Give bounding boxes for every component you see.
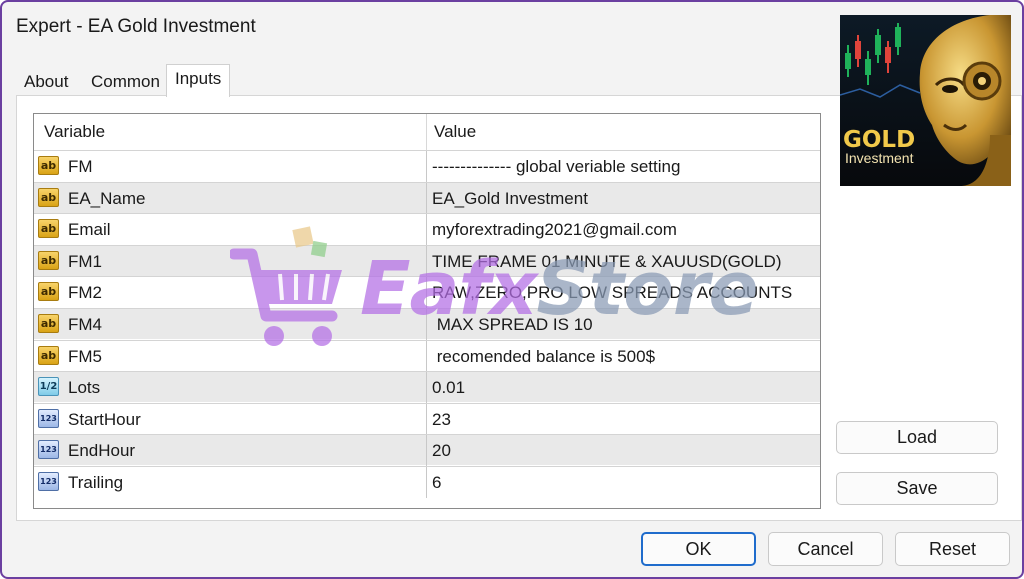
variable-value[interactable]: myforextrading2021@gmail.com bbox=[432, 220, 677, 240]
header-value[interactable]: Value bbox=[434, 122, 476, 142]
inputs-table: Variable Value ab FM -------------- global… bbox=[33, 113, 821, 509]
variable-value[interactable]: 20 bbox=[432, 441, 451, 461]
table-row[interactable]: ab EA_Name EA_Gold Investment bbox=[34, 181, 820, 214]
header-divider[interactable] bbox=[426, 114, 427, 150]
window-title: Expert - EA Gold Investment bbox=[16, 16, 256, 37]
string-type-icon: ab bbox=[38, 314, 59, 333]
variable-value[interactable]: -------------- global veriable setting bbox=[432, 157, 680, 177]
integer-type-icon: 123 bbox=[38, 440, 59, 460]
string-type-icon: ab bbox=[38, 219, 59, 239]
table-row[interactable]: ab FM2 RAW,ZERO,PRO LOW SPREADS ACCOUNTS bbox=[34, 276, 820, 309]
string-type-icon: ab bbox=[38, 282, 59, 302]
product-subtitle: Investment bbox=[845, 150, 914, 166]
table-row[interactable]: ab Email myforextrading2021@gmail.com bbox=[34, 213, 820, 246]
variable-name: FM1 bbox=[68, 251, 102, 271]
header-variable[interactable]: Variable bbox=[44, 122, 105, 142]
column-divider bbox=[426, 214, 427, 246]
variable-value[interactable]: recomended balance is 500$ bbox=[432, 347, 655, 367]
variable-name: StartHour bbox=[68, 409, 141, 429]
table-header: Variable Value bbox=[34, 114, 820, 150]
load-button[interactable]: Load bbox=[836, 421, 998, 454]
integer-type-icon: 123 bbox=[38, 472, 59, 491]
variable-name: FM4 bbox=[68, 315, 102, 334]
variable-value[interactable]: EA_Gold Investment bbox=[432, 189, 588, 209]
column-divider bbox=[426, 435, 427, 467]
save-button[interactable]: Save bbox=[836, 472, 998, 505]
variable-value[interactable]: MAX SPREAD IS 10 bbox=[432, 315, 593, 335]
reset-button[interactable]: Reset bbox=[895, 532, 1010, 566]
column-divider bbox=[426, 245, 427, 277]
product-image: GOLD Investment bbox=[840, 15, 1011, 186]
table-row[interactable]: 123 EndHour 20 bbox=[34, 434, 820, 467]
column-divider bbox=[426, 372, 427, 404]
column-divider bbox=[426, 340, 427, 372]
tab-inputs[interactable]: Inputs bbox=[166, 64, 231, 97]
variable-value[interactable]: 6 bbox=[432, 473, 441, 493]
variable-name: Trailing bbox=[68, 473, 124, 492]
string-type-icon: ab bbox=[38, 187, 59, 207]
variable-name: FM bbox=[68, 157, 93, 176]
column-divider bbox=[426, 309, 427, 340]
variable-value[interactable]: TIME FRAME 01 MINUTE & XAUUSD(GOLD) bbox=[432, 252, 781, 272]
string-type-icon: ab bbox=[38, 250, 59, 270]
table-row[interactable]: 123 Trailing 6 bbox=[34, 466, 820, 498]
variable-name: Email bbox=[68, 220, 111, 240]
column-divider bbox=[426, 467, 427, 498]
variable-name: EndHour bbox=[68, 441, 136, 461]
string-type-icon: ab bbox=[38, 156, 59, 175]
table-row[interactable]: 123 StartHour 23 bbox=[34, 402, 820, 435]
table-row[interactable]: ab FM5 recomended balance is 500$ bbox=[34, 339, 820, 372]
column-divider bbox=[426, 151, 427, 182]
expert-dialog: Expert - EA Gold Investment About Common… bbox=[0, 0, 1024, 579]
variable-name: Lots bbox=[68, 378, 101, 398]
variable-name: FM5 bbox=[68, 346, 102, 366]
ok-button[interactable]: OK bbox=[641, 532, 756, 566]
double-type-icon: 1/2 bbox=[38, 377, 59, 397]
column-divider bbox=[426, 403, 427, 435]
tab-about[interactable]: About bbox=[16, 68, 76, 96]
variable-value[interactable]: 0.01 bbox=[432, 378, 465, 398]
table-row[interactable]: 1/2 Lots 0.01 bbox=[34, 371, 820, 404]
column-divider bbox=[426, 182, 427, 214]
table-row[interactable]: ab FM1 TIME FRAME 01 MINUTE & XAUUSD(GOLD) bbox=[34, 244, 820, 277]
cancel-button[interactable]: Cancel bbox=[768, 532, 883, 566]
variable-value[interactable]: 23 bbox=[432, 410, 451, 430]
column-divider bbox=[426, 277, 427, 309]
table-row[interactable]: ab FM4 MAX SPREAD IS 10 bbox=[34, 308, 820, 340]
variable-name: EA_Name bbox=[68, 188, 146, 208]
table-row[interactable]: ab FM -------------- global veriable setti… bbox=[34, 150, 820, 182]
string-type-icon: ab bbox=[38, 345, 59, 365]
tab-common[interactable]: Common bbox=[83, 68, 168, 96]
variable-name: FM2 bbox=[68, 283, 102, 303]
integer-type-icon: 123 bbox=[38, 408, 59, 428]
variable-value[interactable]: RAW,ZERO,PRO LOW SPREADS ACCOUNTS bbox=[432, 283, 792, 303]
